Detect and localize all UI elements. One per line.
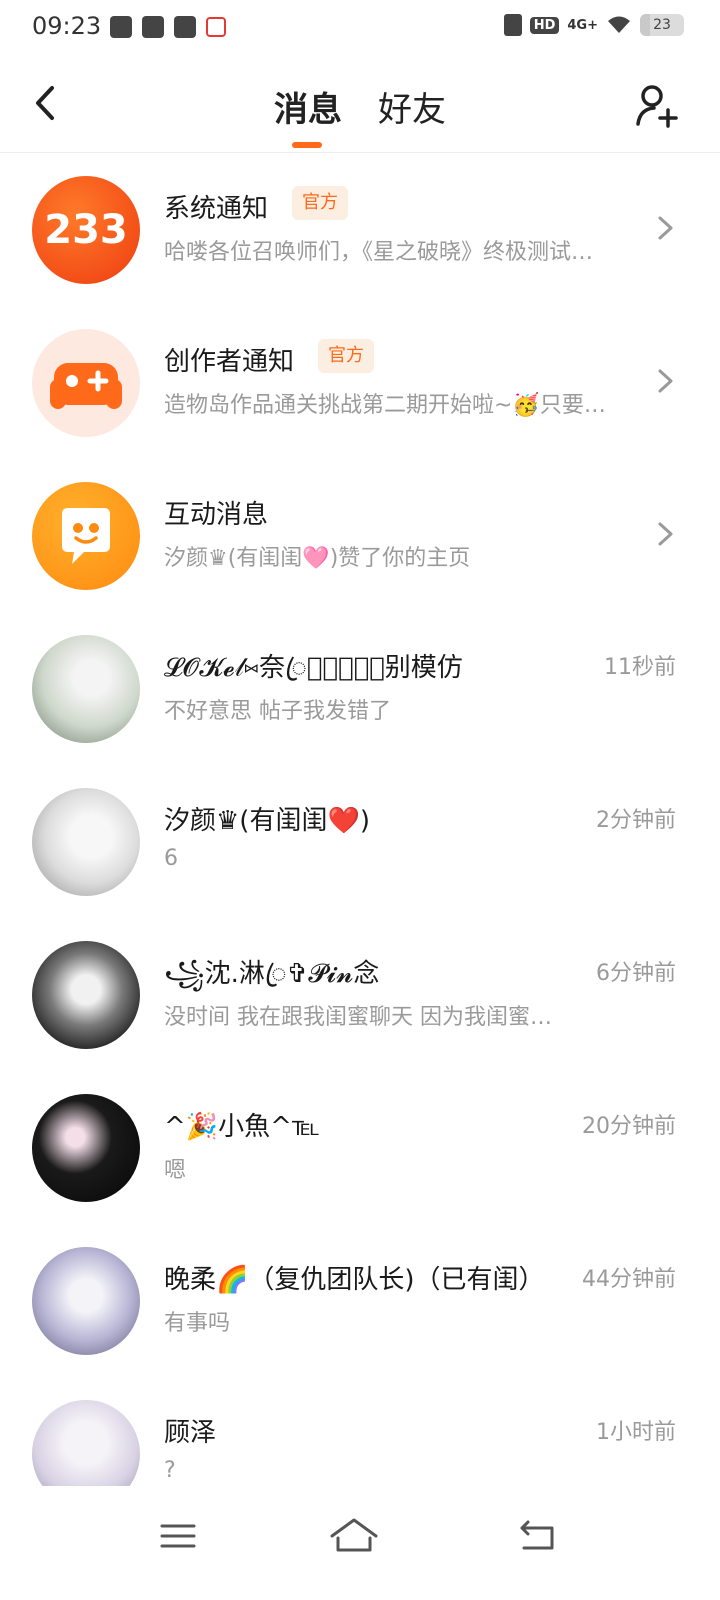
active-tab-indicator (292, 142, 322, 148)
interaction-avatar (32, 482, 140, 590)
menu-button[interactable] (148, 1506, 208, 1566)
message-preview: 汐颜♛(有闺闺🩷)赞了你的主页 (164, 546, 471, 571)
signal-icon: 4G+ (567, 17, 598, 33)
chat-row[interactable]: 汐颜♛(有闺闺❤️) 2分钟前 6 (0, 764, 720, 920)
message-row-creator[interactable]: 创作者通知 官方 造物岛作品通关挑战第二期开始啦~🥳只要… (0, 305, 720, 461)
chat-timestamp: 20分钟前 (582, 1114, 676, 1139)
chat-timestamp: 2分钟前 (596, 808, 676, 833)
status-time: 09:23 (32, 12, 102, 40)
chat-preview: 6 (164, 846, 178, 871)
chat-timestamp: 11秒前 (604, 655, 676, 680)
chat-preview: ? (164, 1458, 176, 1483)
back-button[interactable] (26, 78, 70, 128)
hd-icon: HD (529, 16, 560, 34)
app-notification-icon (142, 16, 164, 38)
chat-timestamp: 1小时前 (596, 1420, 676, 1445)
user-avatar (32, 635, 140, 743)
chat-username: 汐颜♛(有闺闺❤️) (164, 806, 370, 836)
chevron-right-icon (658, 522, 673, 546)
chat-timestamp: 44分钟前 (582, 1267, 676, 1292)
chat-username: 顾泽 (164, 1418, 217, 1448)
user-avatar (32, 1247, 140, 1355)
tab-messages[interactable]: 消息 (274, 82, 342, 131)
chevron-right-icon (658, 369, 673, 393)
add-friend-button[interactable] (634, 82, 680, 128)
chat-row[interactable]: 晚柔🌈（复仇团队长)（已有闺） 44分钟前 有事吗 (0, 1223, 720, 1379)
chat-timestamp: 6分钟前 (596, 961, 676, 986)
battery-icon: 23 (640, 14, 684, 36)
user-avatar (32, 1094, 140, 1202)
app-notification-icon (174, 16, 196, 38)
tab-friends[interactable]: 好友 (378, 82, 446, 131)
status-bar: 09:23 HD 4G+ 23 (0, 0, 720, 56)
creator-notice-avatar (32, 329, 140, 437)
chat-preview: 不好意思 帖子我发错了 (164, 699, 391, 724)
chat-preview: 没时间 我在跟我闺蜜聊天 因为我闺蜜… (164, 1005, 552, 1030)
home-button[interactable] (324, 1506, 384, 1566)
chevron-right-icon (658, 216, 673, 240)
wifi-icon (608, 16, 630, 33)
video-icon (110, 16, 132, 38)
top-nav: 消息 好友 (0, 56, 720, 153)
notification-icons (110, 16, 226, 38)
app-notification-icon (206, 17, 226, 37)
official-badge: 官方 (292, 186, 348, 220)
user-avatar (32, 941, 140, 1049)
message-row-system[interactable]: 233 系统通知 官方 哈喽各位召唤师们，《星之破晓》终极测试… (0, 152, 720, 308)
user-avatar (32, 788, 140, 896)
message-title: 创作者通知 (164, 347, 295, 377)
system-notice-avatar: 233 (32, 176, 140, 284)
message-preview: 哈喽各位召唤师们，《星之破晓》终极测试… (164, 240, 594, 265)
chat-preview: 有事吗 (164, 1311, 231, 1336)
official-badge: 官方 (318, 339, 374, 373)
system-nav-bar (0, 1486, 720, 1600)
system-icons: HD 4G+ 23 (503, 14, 684, 36)
back-nav-button[interactable] (508, 1506, 568, 1566)
chat-row[interactable]: ^🎉小魚^℡ 20分钟前 嗯 (0, 1070, 720, 1226)
chat-row[interactable]: ꧁沈.淋ꦿ✞𝓟𝓲𝓷念 6分钟前 没时间 我在跟我闺蜜聊天 因为我闺蜜… (0, 917, 720, 1073)
chat-bubble-icon (62, 508, 110, 564)
message-preview: 造物岛作品通关挑战第二期开始啦~🥳只要… (164, 393, 606, 418)
gamepad-icon (50, 363, 122, 409)
vibrate-icon (503, 14, 522, 36)
chat-row[interactable]: 𝓛𝓞𝓚𝓮𝓁⑅奈ꦿ𝓛𝓸𝓥𝓜ꦿ别模仿 11秒前 不好意思 帖子我发错了 (0, 611, 720, 767)
message-title: 系统通知 (164, 194, 269, 224)
message-title: 互动消息 (164, 500, 269, 530)
chat-username: 晚柔🌈（复仇团队长)（已有闺） (164, 1265, 545, 1295)
chat-preview: 嗯 (164, 1158, 187, 1183)
message-row-interaction[interactable]: 互动消息 汐颜♛(有闺闺🩷)赞了你的主页 (0, 458, 720, 614)
chat-username: ^🎉小魚^℡ (164, 1112, 320, 1142)
